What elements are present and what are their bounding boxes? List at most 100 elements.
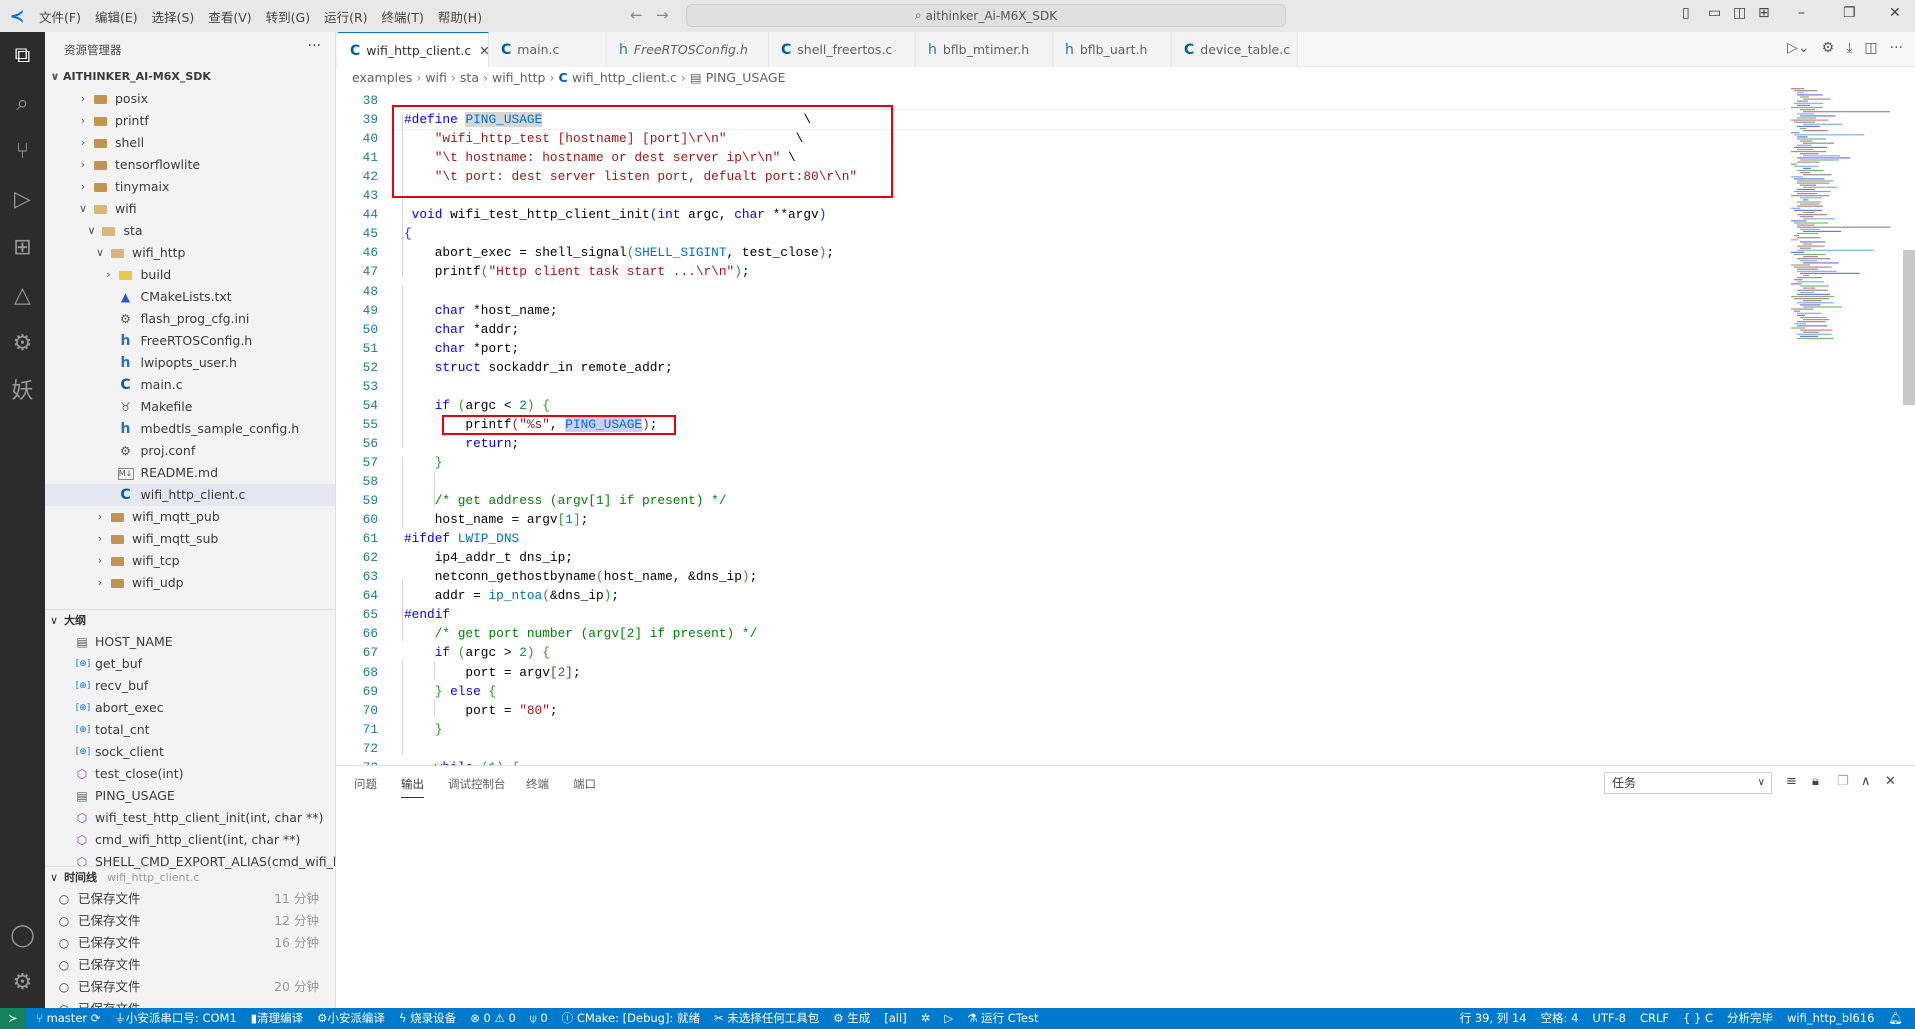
tab-device-table-c[interactable]: Cdevice_table.c (1172, 32, 1298, 67)
menu-item[interactable]: 运行(R) (317, 7, 374, 26)
search-view-icon[interactable]: ⌕ (0, 89, 45, 119)
task-select[interactable]: 任务 ∨ (1604, 772, 1772, 794)
code-line[interactable]: } else { (404, 682, 496, 701)
more-actions-icon[interactable]: ··· (308, 38, 321, 54)
build-button[interactable]: ⚙小安派编译 (317, 1008, 385, 1029)
maximize-panel-icon[interactable]: ∧ (1861, 774, 1871, 789)
tab-shell-freertos-c[interactable]: Cshell_freertos.c (769, 32, 916, 67)
c-config[interactable]: wifi_http_bl616 (1787, 1008, 1874, 1029)
code-line[interactable]: return; (404, 434, 519, 453)
serial-port-item[interactable]: ⏚小安派串口号: COM1 (114, 1008, 236, 1029)
code-line[interactable]: } (404, 453, 443, 472)
breadcrumb-item[interactable]: wifi_http_client.c (572, 70, 677, 85)
clear-output-icon[interactable]: ≡ (1786, 774, 1797, 789)
code-line[interactable]: printf("Http client task start ...\r\n")… (404, 262, 750, 281)
code-line[interactable]: } (404, 720, 443, 739)
ports-item[interactable]: ⍦ 0 (530, 1008, 548, 1029)
tree-item[interactable]: ∨ wifi (45, 198, 335, 220)
target-select[interactable]: [all] (884, 1008, 906, 1029)
tab-bflb-mtimer-h[interactable]: h bflb_mtimer.h (916, 32, 1053, 67)
code-line[interactable]: char *host_name; (404, 301, 558, 320)
outline-item[interactable]: [⊕] get_buf (45, 653, 335, 675)
code-line[interactable]: port = "80"; (404, 701, 557, 720)
notifications-bell-icon[interactable]: 🔔︎ (1888, 1008, 1903, 1029)
code-line[interactable]: netconn_gethostbyname(host_name, &dns_ip… (404, 567, 758, 586)
code-line[interactable]: ip4_addr_t dns_ip; (404, 548, 573, 567)
extensions-icon[interactable]: ⊞ (0, 233, 45, 263)
breadcrumb-item[interactable]: wifi (425, 70, 447, 85)
code-line[interactable]: void wifi_test_http_client_init(int argc… (404, 205, 827, 224)
indentation[interactable]: 空格: 4 (1541, 1008, 1579, 1029)
run-play-icon[interactable]: ▷ (944, 1008, 953, 1029)
run-debug-icon[interactable]: ▷ (0, 185, 45, 215)
gear-icon[interactable]: ⚙ (1822, 40, 1835, 56)
code-line[interactable]: abort_exec = shell_signal(SHELL_SIGINT, … (404, 243, 834, 262)
tree-item[interactable]: Cmain.c (45, 374, 335, 396)
code-line[interactable]: if (argc > 2) { (404, 643, 550, 662)
forward-icon[interactable]: → (656, 6, 669, 24)
outline-item[interactable]: ⬡ test_close(int) (45, 763, 335, 785)
tree-item[interactable]: › wifi_mqtt_pub (45, 506, 335, 528)
more-icon[interactable]: ··· (1890, 40, 1903, 56)
command-center-search[interactable]: ⌕ aithinker_Ai-M6X_SDK (686, 4, 1286, 27)
code-line[interactable]: addr = ip_ntoa(&dns_ip); (404, 586, 619, 605)
tree-item[interactable]: ⚙ proj.conf (45, 440, 335, 462)
tree-item[interactable]: › tinymaix (45, 176, 335, 198)
kit-select[interactable]: ✂ 未选择任何工具包 (714, 1008, 819, 1029)
tree-item[interactable]: › wifi_mqtt_sub (45, 528, 335, 550)
breadcrumb-item[interactable]: PING_USAGE (706, 70, 786, 85)
clean-build-button[interactable]: ▮清理编译 (251, 1008, 303, 1029)
panel-tab[interactable]: 调试控制台 (448, 776, 506, 798)
tree-item[interactable]: Cwifi_http_client.c (45, 484, 335, 506)
menu-item[interactable]: 选择(S) (145, 7, 202, 26)
code-line[interactable]: while (1) { (404, 758, 520, 765)
timeline-item[interactable]: ○ 已保存文件 12 分钟 (45, 910, 335, 932)
settings-gear-icon[interactable]: ⚙ (0, 968, 45, 998)
tree-item[interactable]: › build (45, 264, 335, 286)
code-line[interactable]: #endif (404, 605, 450, 624)
tree-item[interactable]: h mbedtls_sample_config.h (45, 418, 335, 440)
panel-tab[interactable]: 输出 (401, 776, 424, 798)
branch-item[interactable]: ⑂ master ⟳ (36, 1008, 100, 1029)
outline-item[interactable]: [⊕] total_cnt (45, 719, 335, 741)
account-icon[interactable]: ◯ (0, 921, 45, 951)
timeline-item[interactable]: ○ 已保存文件 16 分钟 (45, 932, 335, 954)
download-icon[interactable]: ⤓ (1846, 40, 1852, 56)
tree-item[interactable]: ▲ CMakeLists.txt (45, 286, 335, 308)
menu-item[interactable]: 终端(T) (375, 7, 431, 26)
code-line[interactable]: port = argv[2]; (404, 663, 580, 682)
code-line[interactable]: struct sockaddr_in remote_addr; (404, 358, 673, 377)
timeline-item[interactable]: ○ 已保存文件 (45, 954, 335, 976)
cursor-position[interactable]: 行 39, 列 14 (1460, 1008, 1527, 1029)
code-line[interactable]: { (404, 224, 412, 243)
generate-button[interactable]: ⚙ 生成 (833, 1008, 870, 1029)
close-panel-icon[interactable]: ✕ (1885, 774, 1896, 789)
outline-item[interactable]: ▤ PING_USAGE (45, 785, 335, 807)
outline-item[interactable]: ⬡ wifi_test_http_client_init(int, char **… (45, 807, 335, 829)
menu-item[interactable]: 帮助(H) (431, 7, 489, 26)
timeline-item[interactable]: ○ 已保存文件 11 分钟 (45, 888, 335, 910)
language-mode[interactable]: { } C (1683, 1008, 1713, 1029)
outline-item[interactable]: ⬡ cmd_wifi_http_client(int, char **) (45, 829, 335, 851)
breadcrumb-item[interactable]: examples (352, 70, 412, 85)
tab-main-c[interactable]: Cmain.c (489, 32, 607, 67)
cmake-icon[interactable]: △ (0, 281, 45, 311)
tree-item[interactable]: › wifi_udp (45, 572, 335, 594)
split-editor-icon[interactable]: ◫ (1864, 40, 1877, 56)
code-line[interactable]: char *port; (404, 339, 520, 358)
aithinker-icon[interactable]: 妖 (0, 377, 45, 407)
toggle-panel-icon[interactable]: ▭ (1708, 5, 1721, 21)
tree-item[interactable]: h FreeRTOSConfig.h (45, 330, 335, 352)
timeline-item[interactable]: ○ 已保存文件 (45, 998, 335, 1008)
ctest-button[interactable]: ⚗ 运行 CTest (967, 1008, 1038, 1029)
tree-item[interactable]: h lwipopts_user.h (45, 352, 335, 374)
code-line[interactable]: /* get port number (argv[2] if present) … (404, 624, 758, 643)
customize-layout-icon[interactable]: ⊞ (1758, 5, 1770, 21)
minimap[interactable] (1789, 88, 1903, 348)
restore-icon[interactable]: ❐ (1843, 5, 1856, 21)
tree-item[interactable]: M↓ README.md (45, 462, 335, 484)
back-icon[interactable]: ← (630, 6, 643, 24)
outline-item[interactable]: [⊕] recv_buf (45, 675, 335, 697)
encoding[interactable]: UTF-8 (1592, 1008, 1626, 1029)
timeline-item[interactable]: ○ 已保存文件 20 分钟 (45, 976, 335, 998)
